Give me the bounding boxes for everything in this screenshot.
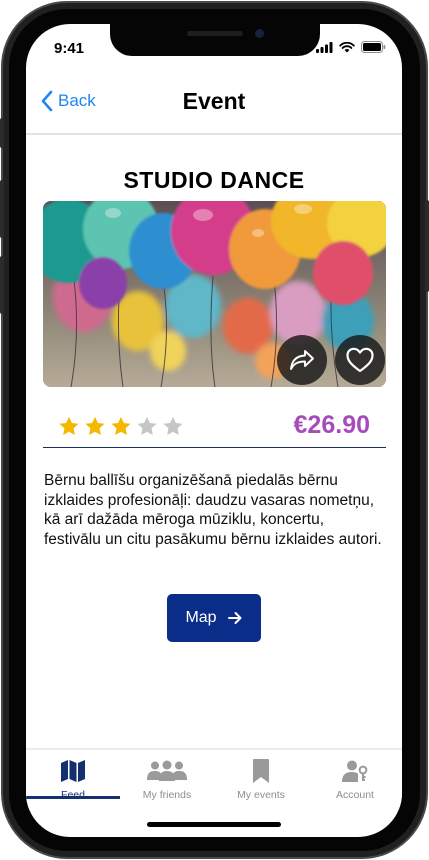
event-description: Bērnu ballīšu organizēšanā piedalās bērn… — [44, 472, 382, 548]
nav-title: Event — [182, 88, 246, 114]
share-icon — [290, 350, 314, 370]
star-empty-icon — [137, 416, 157, 435]
rating-price-row: €26.90 — [43, 410, 386, 448]
tab-label: Account — [336, 789, 374, 801]
screen: 9:41 Back Event STUDIO DANCE €26.90 Bērn… — [26, 24, 402, 837]
event-title: STUDIO DANCE — [123, 167, 305, 193]
star-rating — [58, 416, 184, 437]
arrow-right-icon — [227, 612, 242, 624]
tab-my-events[interactable]: My events — [214, 750, 308, 810]
event-image — [43, 201, 386, 387]
tab-my-friends[interactable]: My friends — [120, 750, 214, 810]
power-button — [425, 200, 429, 292]
star-filled-icon — [85, 416, 105, 435]
map-button-label: Map — [185, 609, 217, 626]
tab-label: My events — [237, 789, 285, 801]
notch — [110, 24, 320, 56]
battery-icon — [361, 41, 386, 53]
speaker — [187, 31, 243, 36]
home-indicator — [147, 822, 281, 827]
star-filled-icon — [111, 416, 131, 435]
front-camera — [255, 29, 264, 38]
favorite-button[interactable] — [335, 335, 385, 385]
tab-label: My friends — [142, 789, 192, 801]
tab-label: Feed — [61, 789, 85, 801]
status-time: 9:41 — [54, 40, 85, 57]
bookmark-icon — [253, 759, 269, 783]
mute-switch — [0, 118, 4, 148]
group-icon — [147, 760, 187, 781]
heart-icon — [346, 347, 374, 373]
share-button[interactable] — [277, 335, 327, 385]
wifi-icon — [339, 41, 355, 52]
signal-icon — [316, 41, 333, 53]
map-button[interactable]: Map — [167, 594, 261, 642]
navigation-bar: Back Event — [26, 72, 402, 135]
status-icons — [316, 41, 386, 53]
tab-account[interactable]: Account — [308, 750, 402, 810]
volume-up-button — [0, 180, 4, 238]
map-icon — [61, 760, 85, 782]
tab-feed[interactable]: Feed — [26, 750, 120, 810]
user-key-icon — [342, 760, 368, 782]
star-empty-icon — [163, 416, 183, 435]
tab-bar: Feed My friends My events Account — [26, 748, 402, 810]
star-filled-icon — [59, 416, 79, 435]
volume-down-button — [0, 256, 4, 314]
event-price: €26.90 — [293, 411, 370, 439]
